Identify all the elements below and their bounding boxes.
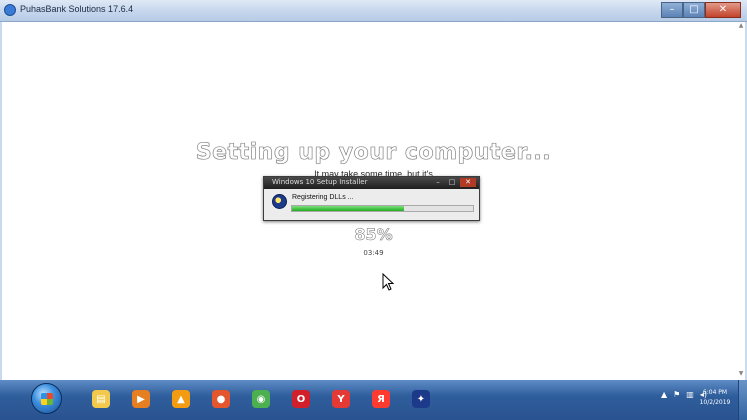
dialog-controls: – □ ✕	[432, 178, 476, 187]
mouse-cursor-icon	[382, 273, 395, 291]
dialog-maximize-button[interactable]: □	[446, 178, 458, 187]
taskbar-app-button[interactable]: ✦	[406, 384, 436, 414]
action-center-flag-icon[interactable]: ⚑	[673, 390, 680, 399]
taskbar-app-button[interactable]: ◉	[246, 384, 276, 414]
window-titlebar: PuhasBank Solutions 17.6.4 – □ ✕	[0, 0, 747, 22]
media-player-icon: ▶	[132, 390, 150, 408]
network-icon[interactable]: ▥	[686, 390, 694, 399]
minimize-button[interactable]: –	[661, 2, 683, 18]
explorer-icon: ▤	[92, 390, 110, 408]
taskbar-app-button[interactable]: ▶	[126, 384, 156, 414]
dialog-status-text: Registering DLLs ...	[292, 194, 354, 201]
chrome-icon: ◉	[252, 390, 270, 408]
dialog-titlebar[interactable]: Windows 10 Setup Installer – □ ✕	[264, 177, 479, 189]
dialog-minimize-button[interactable]: –	[432, 178, 444, 187]
taskbar-app-button[interactable]: ●	[206, 384, 236, 414]
dialog-close-button[interactable]: ✕	[460, 178, 476, 187]
setup-icon	[272, 194, 287, 209]
vlc-icon: ▲	[172, 390, 190, 408]
progress-dialog[interactable]: Windows 10 Setup Installer – □ ✕ Registe…	[263, 176, 480, 221]
setup-elapsed-text: 03:49	[363, 249, 384, 257]
maximize-button[interactable]: □	[683, 2, 705, 18]
dialog-title: Windows 10 Setup Installer	[272, 178, 368, 186]
setup-percent: 85%	[354, 225, 393, 245]
start-button[interactable]	[31, 383, 62, 414]
progress-bar	[291, 205, 474, 212]
window-border-left	[0, 22, 2, 380]
setup-heading: Setting up your computer...	[195, 140, 552, 166]
scroll-up-arrow-icon[interactable]: ▲	[737, 22, 745, 30]
taskbar-app-button[interactable]: Y	[326, 384, 356, 414]
show-desktop-button[interactable]	[738, 380, 747, 420]
progress-bar-fill	[292, 206, 405, 211]
window-controls: – □ ✕	[661, 2, 741, 18]
taskbar-app-button[interactable]: ▲	[166, 384, 196, 414]
system-clock[interactable]: 6:04 PM 10/2/2019	[695, 388, 735, 408]
taskbar-app-button[interactable]: O	[286, 384, 316, 414]
clock-date: 10/2/2019	[699, 399, 731, 406]
opera-icon: O	[292, 390, 310, 408]
close-button[interactable]: ✕	[705, 2, 741, 18]
taskbar: ▤ ▶ ▲ ● ◉ O Y Я ✦ ▲ ⚑ ▥ ◂) 6:04 PM 10/2/2019	[0, 380, 747, 420]
window-title: PuhasBank Solutions 17.6.4	[20, 4, 134, 14]
yandex-browser-icon: Я	[372, 390, 390, 408]
scroll-down-arrow-icon[interactable]: ▼	[737, 370, 745, 378]
app-icon	[4, 4, 16, 16]
scrollbar[interactable]: ▲ ▼	[737, 22, 745, 378]
taskbar-app-button[interactable]: ▤	[86, 384, 116, 414]
firefox-icon: ●	[212, 390, 230, 408]
tray-expand-icon[interactable]: ▲	[661, 390, 667, 399]
taskbar-app-button[interactable]: Я	[366, 384, 396, 414]
clock-time: 6:04 PM	[702, 389, 728, 396]
setup-app-icon: ✦	[412, 390, 430, 408]
yandex-icon: Y	[332, 390, 350, 408]
